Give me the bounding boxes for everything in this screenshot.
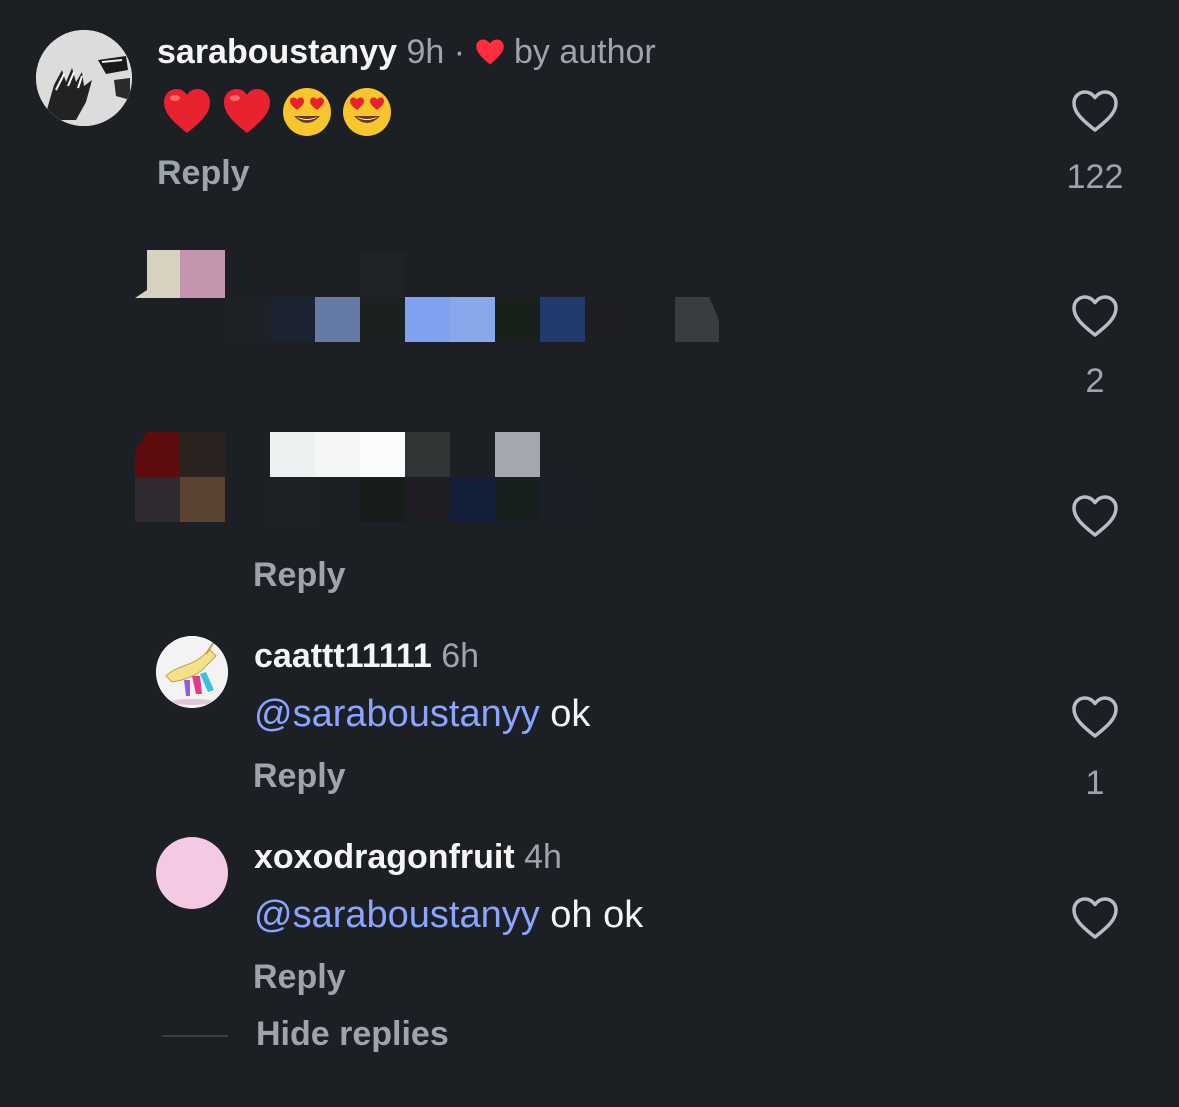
avatar-saraboustanyy[interactable] [36,30,132,126]
heart-eyes-face-icon [343,88,391,136]
like-heart-icon[interactable] [1070,88,1120,134]
reply-text: @saraboustanyy oh ok [254,894,643,937]
pixelated-avatar [135,250,225,298]
reply-time: 4h [524,838,562,876]
comments-panel: saraboustanyy 9h · by author Reply 122 2… [0,0,1179,1107]
reply-button[interactable]: Reply [253,556,346,595]
like-heart-icon[interactable] [1070,493,1120,539]
pixelated-comment-text [270,432,585,522]
reply-body: ok [539,693,591,735]
like-heart-icon[interactable] [1070,293,1120,339]
reply-body: oh ok [539,894,644,936]
mention-link[interactable]: @saraboustanyy [254,693,540,735]
comment-username[interactable]: saraboustanyy [157,33,397,71]
reply-header: caattt11111 6h [254,637,479,676]
avatar-image [156,636,228,708]
mention-link[interactable]: @saraboustanyy [254,894,540,936]
reply-button[interactable]: Reply [157,154,250,193]
reply-username[interactable]: xoxodragonfruit [254,838,515,876]
reply-button[interactable]: Reply [253,757,346,796]
comment-time: 9h [406,33,445,71]
reply-username[interactable]: caattt11111 [254,637,432,675]
pixelated-comment-text [225,252,719,342]
like-count: 122 [1066,158,1124,196]
like-count: 2 [1085,362,1105,400]
author-liked-heart-icon [475,36,505,65]
comment-emojis [160,84,394,140]
avatar-caattt11111[interactable] [156,636,228,708]
avatar-image [36,30,132,126]
author-badge: by author [513,33,656,71]
like-heart-icon[interactable] [1070,694,1120,740]
hide-replies-divider [162,1035,228,1037]
red-heart-icon [164,89,210,133]
like-count: 1 [1085,764,1105,802]
pixelated-avatar [135,432,225,522]
reply-text: @saraboustanyy ok [254,693,590,736]
reply-header: xoxodragonfruit 4h [254,838,562,877]
avatar-xoxodragonfruit[interactable] [156,837,228,909]
like-heart-icon[interactable] [1070,895,1120,941]
heart-eyes-face-icon [283,88,331,136]
reply-time: 6h [441,637,480,675]
hide-replies-button[interactable]: Hide replies [256,1015,449,1054]
red-heart-icon [224,89,270,133]
reply-button[interactable]: Reply [253,958,346,997]
comment-separator: · [453,33,466,71]
comment-header: saraboustanyy 9h · by author [157,33,656,72]
